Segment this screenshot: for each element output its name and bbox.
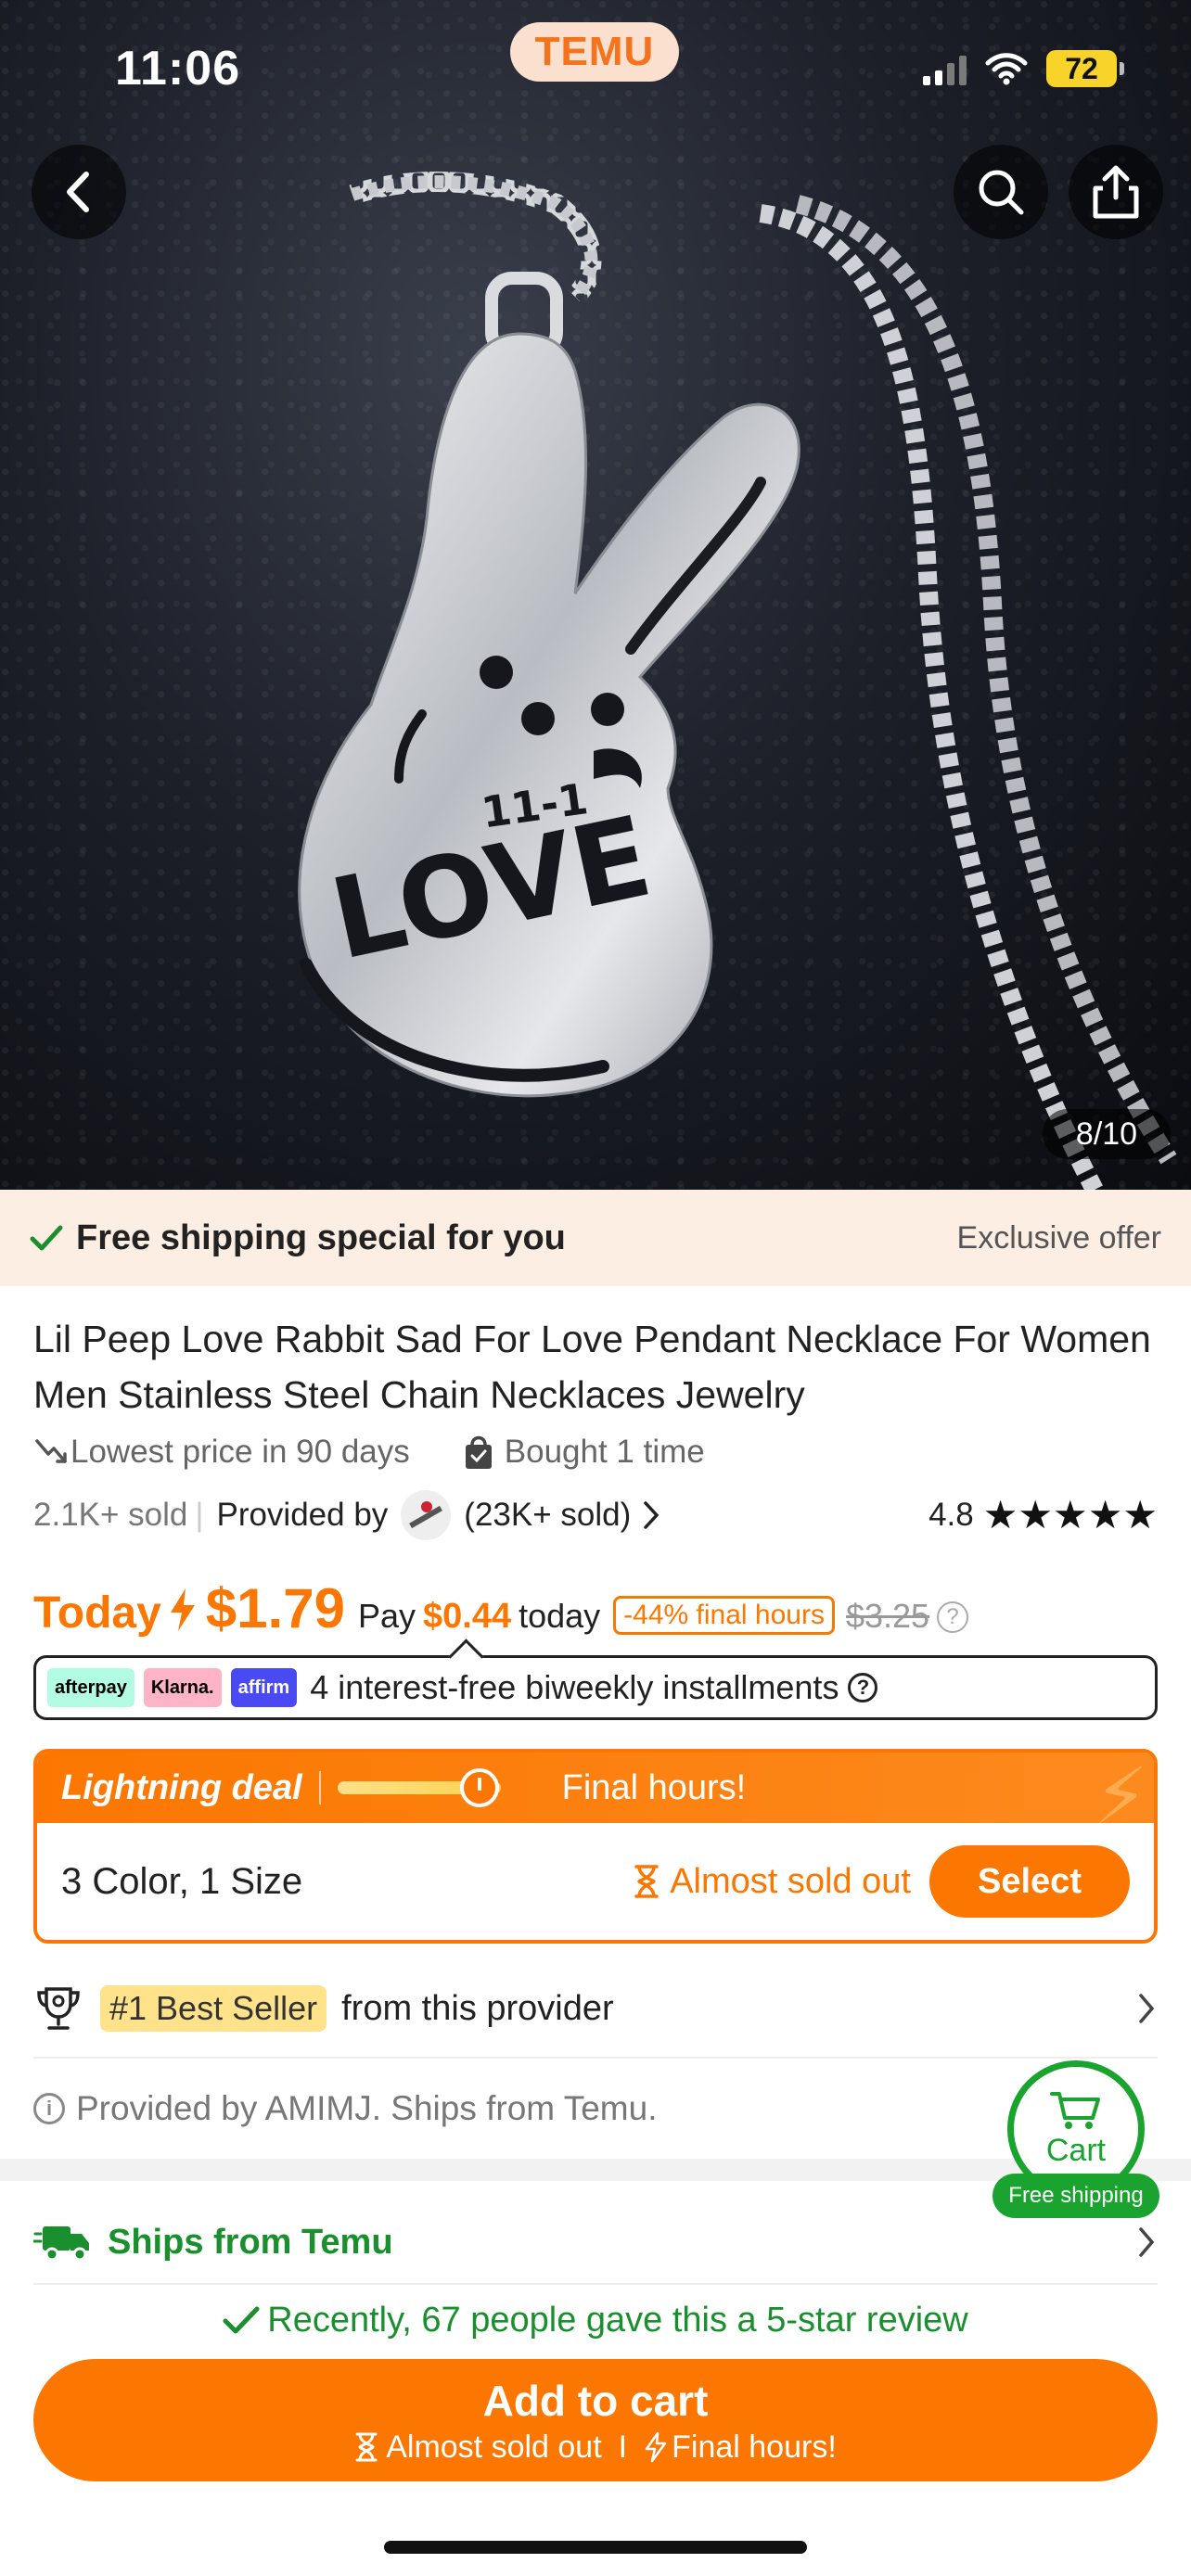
seller-avatar[interactable] — [401, 1490, 452, 1540]
chevron-left-icon — [67, 172, 89, 212]
stock-status: Almost sold out — [633, 1862, 911, 1902]
seller-sold-count[interactable]: (23K+ sold) — [464, 1497, 631, 1534]
product-highlights: Lowest price in 90 days Bought 1 time — [33, 1428, 705, 1476]
separator: I — [618, 2429, 628, 2465]
pay-label: Pay — [357, 1597, 416, 1635]
product-page: 11-1 LOVE 11:06 TEMU 72 8/10 Free shippi… — [0, 0, 1191, 2576]
installments-box[interactable]: afterpay Klarna. affirm 4 interest-free … — [33, 1655, 1158, 1720]
final-hours-text: Final hours! — [561, 1767, 747, 1807]
seller-row: 2.1K+ sold | Provided by (23K+ sold) 4.8… — [33, 1489, 1158, 1541]
add-to-cart-final: Final hours! — [672, 2429, 837, 2465]
bought-count-text: Bought 1 time — [504, 1434, 705, 1470]
star-icon: ★ — [1087, 1493, 1123, 1537]
divider — [318, 1771, 321, 1804]
provided-by-label: Provided by — [216, 1497, 389, 1533]
divider: | — [195, 1497, 204, 1533]
afterpay-logo: afterpay — [47, 1668, 134, 1707]
lightning-icon — [170, 1588, 195, 1631]
affirm-logo: affirm — [230, 1668, 298, 1707]
deal-progress-bar — [337, 1768, 501, 1807]
free-shipping-banner[interactable]: Free shipping special for you Exclusive … — [0, 1190, 1191, 1286]
help-icon[interactable]: ? — [848, 1673, 878, 1702]
add-to-cart-stock: Almost sold out — [386, 2429, 602, 2465]
floating-cart-button[interactable]: Cart Free shipping — [992, 2053, 1159, 2238]
chevron-right-icon — [1139, 1994, 1155, 2023]
lightning-decor-icon: ⚡ — [1094, 1753, 1148, 1840]
discount-badge: -44% final hours — [613, 1596, 835, 1635]
temu-logo[interactable]: TEMU — [510, 22, 679, 82]
add-to-cart-label: Add to cart — [482, 2376, 709, 2425]
battery-indicator: 72 — [1046, 50, 1124, 87]
hourglass-icon — [355, 2432, 378, 2462]
best-seller-text: from this provider — [341, 1988, 614, 2028]
star-icon: ★ — [982, 1493, 1018, 1537]
hourglass-icon — [634, 1865, 659, 1898]
image-counter: 8/10 — [1043, 1109, 1171, 1159]
star-icon: ★ — [1122, 1493, 1158, 1537]
home-indicator[interactable] — [384, 2541, 807, 2554]
installments-text: 4 interest-free biweekly installments — [310, 1668, 839, 1706]
add-to-cart-button[interactable]: Add to cart Almost sold out I Final hour… — [33, 2359, 1158, 2481]
today-label: Today — [33, 1588, 161, 1638]
review-note-text: Recently, 67 people gave this a 5-star r… — [267, 2300, 968, 2340]
best-seller-badge: #1 Best Seller — [100, 1985, 327, 2032]
trend-down-icon — [35, 1439, 67, 1463]
lowest-price-text: Lowest price in 90 days — [70, 1434, 410, 1470]
rating-summary[interactable]: 4.8 ★ ★ ★ ★ ★ — [928, 1495, 1158, 1536]
delivery-truck-icon — [33, 2226, 89, 2262]
stock-status-text: Almost sold out — [670, 1861, 911, 1901]
help-icon[interactable]: ? — [937, 1601, 969, 1633]
wifi-icon — [985, 53, 1028, 85]
divider — [33, 2057, 1158, 2059]
lightning-deal-card: Lightning deal Final hours! ⚡ 3 Color, 1… — [33, 1749, 1158, 1944]
back-button[interactable] — [32, 145, 126, 239]
divider — [33, 2283, 1158, 2285]
star-icon: ★ — [1018, 1493, 1054, 1537]
ships-from-text: Ships from Temu — [108, 2222, 393, 2262]
share-icon — [1093, 165, 1139, 219]
cart-label: Cart — [1045, 2132, 1107, 2168]
signal-icon — [923, 52, 967, 85]
pay-suffix: today — [519, 1597, 601, 1635]
search-icon — [979, 170, 1024, 215]
info-icon: i — [33, 2093, 65, 2124]
klarna-logo: Klarna. — [143, 1668, 222, 1707]
current-price: $1.79 — [205, 1577, 345, 1639]
lightning-outline-icon — [645, 2431, 667, 2463]
select-button[interactable]: Select — [929, 1845, 1130, 1918]
status-time: 11:06 — [115, 42, 241, 96]
ships-from-row[interactable]: Ships from Temu — [33, 2205, 1158, 2279]
add-to-cart-subline: Almost sold out I Final hours! — [354, 2429, 837, 2466]
rating-value: 4.8 — [928, 1497, 974, 1533]
free-shipping-pill: Free shipping — [992, 2174, 1159, 2218]
provider-info: i Provided by AMIMJ. Ships from Temu. — [33, 2081, 658, 2136]
product-title: Lil Peep Love Rabbit Sad For Love Pendan… — [33, 1318, 1151, 1416]
provider-info-text: Provided by AMIMJ. Ships from Temu. — [76, 2089, 658, 2127]
share-button[interactable] — [1069, 145, 1163, 239]
product-image[interactable]: 11-1 LOVE 11:06 TEMU 72 8/10 — [0, 0, 1191, 1190]
sold-count: 2.1K+ sold — [33, 1497, 188, 1533]
best-seller-row[interactable]: #1 Best Seller from this provider — [33, 1971, 1158, 2046]
checkmark-icon — [223, 2306, 260, 2334]
original-price: $3.25 — [845, 1597, 930, 1635]
free-shipping-text: Free shipping special for you — [76, 1218, 566, 1257]
lightning-deal-header: Lightning deal Final hours! ⚡ — [37, 1753, 1154, 1840]
star-rating: ★ ★ ★ ★ ★ — [983, 1495, 1158, 1536]
lightning-deal-label: Lightning deal — [61, 1767, 302, 1807]
variant-summary: 3 Color, 1 Size — [61, 1860, 303, 1902]
pay-amount: $0.44 — [423, 1597, 512, 1636]
trophy-icon — [37, 1987, 80, 2030]
shopping-cart-icon — [1050, 2091, 1100, 2129]
star-icon: ★ — [1053, 1493, 1088, 1537]
search-button[interactable] — [954, 145, 1048, 239]
shopping-bag-icon — [465, 1435, 492, 1469]
clock-icon — [459, 1768, 499, 1807]
price-row: Today $1.79 Pay $0.44 today -44% final h… — [33, 1576, 969, 1643]
checkmark-icon — [30, 1225, 63, 1251]
chevron-right-icon[interactable] — [640, 1499, 662, 1531]
status-indicators: 72 — [923, 48, 1124, 89]
exclusive-offer-text: Exclusive offer — [956, 1219, 1161, 1256]
review-note: Recently, 67 people gave this a 5-star r… — [0, 2294, 1191, 2346]
variant-row[interactable]: 3 Color, 1 Size Almost sold out Select — [37, 1823, 1154, 1940]
